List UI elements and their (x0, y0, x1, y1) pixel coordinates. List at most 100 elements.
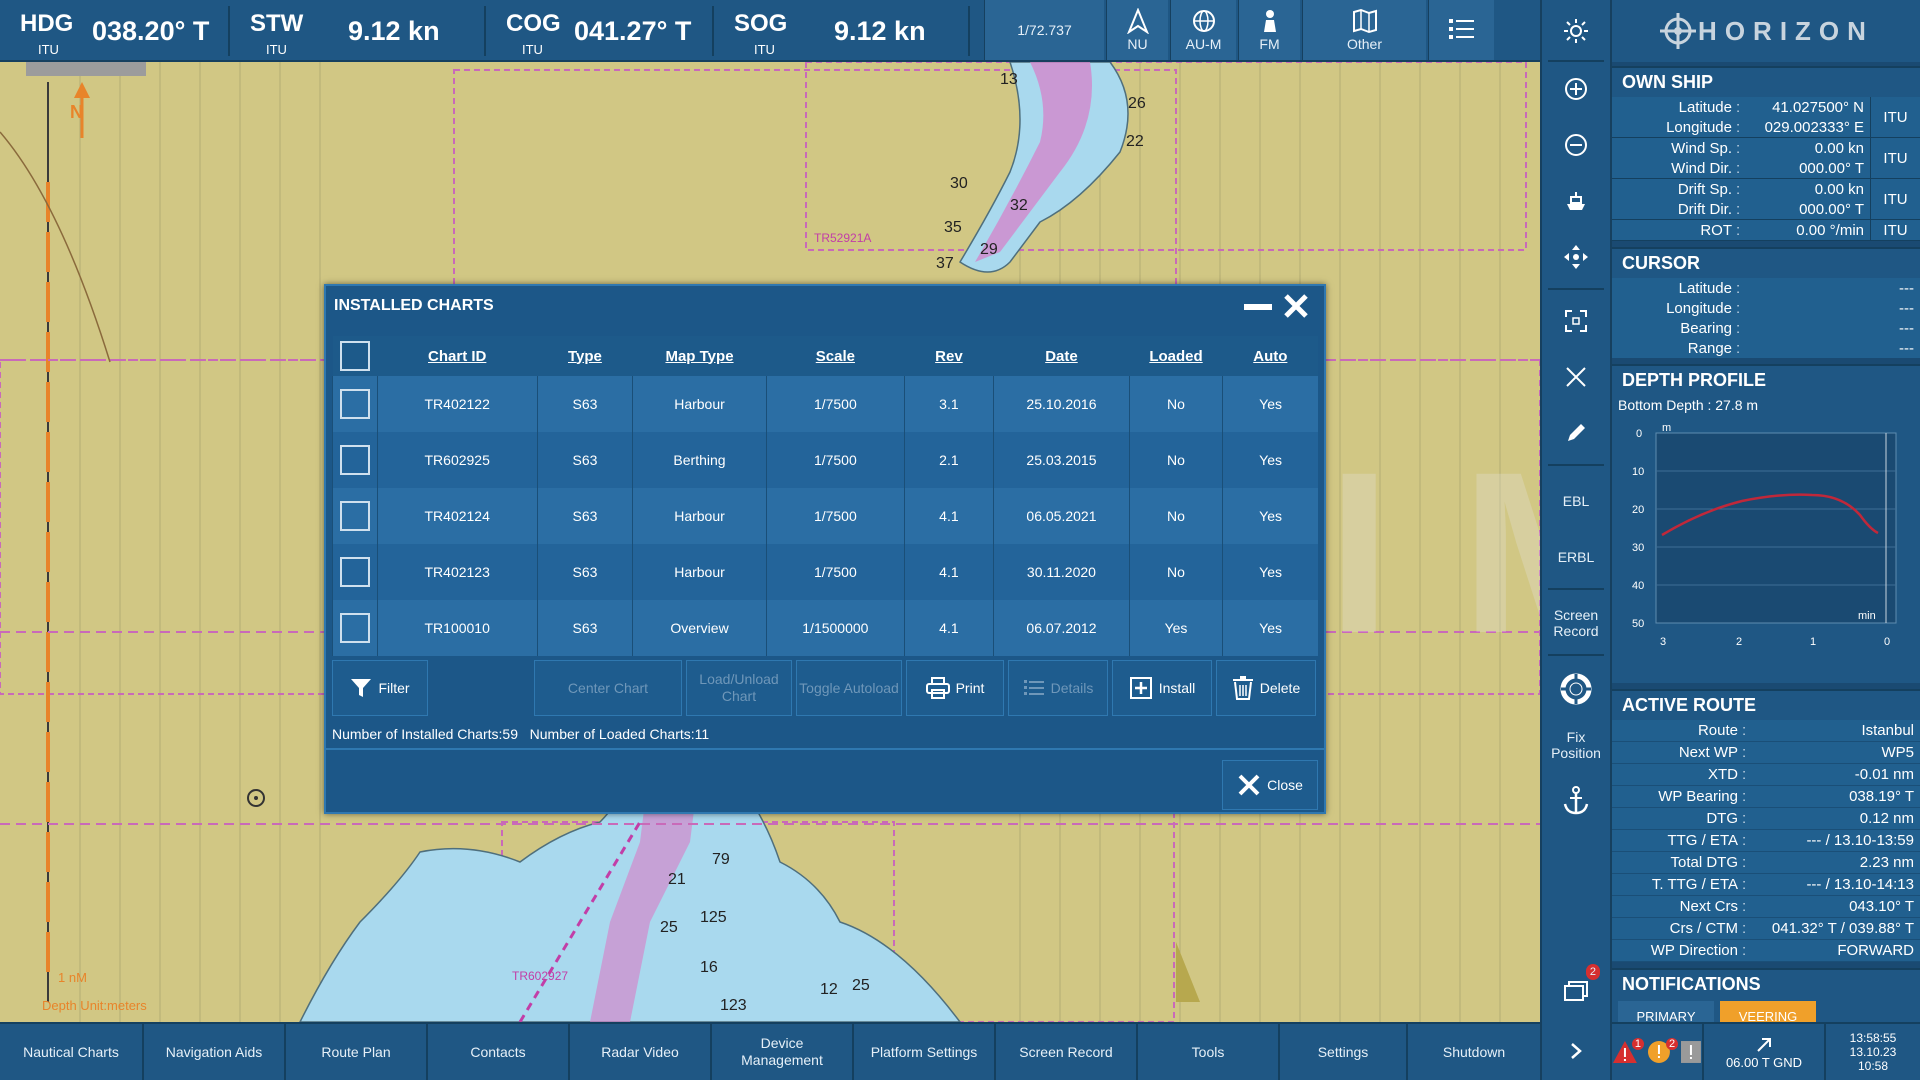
print-button[interactable]: Print (906, 660, 1004, 716)
row-checkbox[interactable] (339, 389, 370, 419)
depth-profile-chart: m 0 10 20 30 40 50 min 3 2 1 0 (1632, 422, 1897, 648)
menu-platform-settings[interactable]: Platform Settings (854, 1024, 996, 1080)
pan-button[interactable] (1542, 232, 1610, 282)
own-ship-center-button[interactable] (1542, 176, 1610, 226)
sog-label: SOG (734, 10, 788, 37)
anchor-button[interactable] (1542, 776, 1610, 826)
rot-source[interactable]: ITU (1870, 220, 1920, 240)
drift-dir-value: 000.00° T (1799, 200, 1864, 218)
hdg-field: HDG ITU 038.20° T (0, 0, 228, 60)
table-row[interactable]: TR402122 S63 Harbour 1/7500 3.1 25.10.20… (332, 376, 1318, 432)
pencil-tool-button[interactable] (1542, 408, 1610, 458)
north-up-button[interactable]: NU (1106, 0, 1168, 60)
load-unload-button[interactable]: Load/Unload Chart (686, 660, 792, 716)
row-checkbox[interactable] (339, 557, 370, 587)
fix-position-button[interactable]: Fix Position (1542, 720, 1610, 770)
table-row[interactable]: TR100010 S63 Overview 1/1500000 4.1 06.0… (332, 600, 1318, 656)
column-header[interactable]: Type (537, 336, 633, 376)
brightness-button[interactable] (1542, 6, 1610, 56)
menu-radar-video[interactable]: Radar Video (570, 1024, 712, 1080)
table-row[interactable]: TR402124 S63 Harbour 1/7500 4.1 06.05.20… (332, 488, 1318, 544)
loaded-cell: No (1128, 376, 1223, 432)
menu-route-plan[interactable]: Route Plan (286, 1024, 428, 1080)
cursor-bearing-value: --- (1899, 319, 1914, 337)
install-button[interactable]: Install (1112, 660, 1212, 716)
type-cell: S63 (536, 376, 633, 432)
notification-count-badge: 2 (1585, 964, 1600, 980)
loaded-cell: Yes (1128, 600, 1223, 656)
column-header[interactable]: Loaded (1129, 336, 1223, 376)
alarm-indicators[interactable]: 1 2 (1612, 1024, 1704, 1080)
stw-source: ITU (266, 42, 287, 57)
column-header[interactable]: Date (993, 336, 1130, 376)
own-ship-rot-group: ROT:0.00 °/min ITU (1612, 220, 1920, 241)
column-header[interactable]: Auto (1222, 336, 1318, 376)
column-header[interactable]: Rev (904, 336, 994, 376)
caution-icon (1681, 1041, 1701, 1063)
wind-source[interactable]: ITU (1870, 138, 1920, 178)
position-source[interactable]: ITU (1870, 97, 1920, 137)
svg-text:25: 25 (852, 977, 870, 994)
other-button[interactable]: Other (1302, 0, 1426, 60)
menu-nautical-charts[interactable]: Nautical Charts (0, 1024, 144, 1080)
row-checkbox[interactable] (339, 613, 370, 643)
center-chart-button[interactable]: Center Chart (534, 660, 682, 716)
total-dtg-value: 2.23 nm (1859, 854, 1914, 871)
menu-settings[interactable]: Settings (1280, 1024, 1408, 1080)
zoom-out-button[interactable] (1542, 120, 1610, 170)
list-menu-button[interactable] (1428, 0, 1494, 60)
chart-scale-button[interactable]: 1/72.737 (984, 0, 1104, 60)
delete-button[interactable]: Delete (1216, 660, 1316, 716)
scale-cell: 1/1500000 (765, 600, 905, 656)
menu-device-management[interactable]: Device Management (712, 1024, 854, 1080)
fm-button[interactable]: FM (1238, 0, 1300, 60)
plus-square-icon (1129, 677, 1152, 699)
row-checkbox[interactable] (339, 445, 370, 475)
north-arrow-icon (1126, 8, 1149, 34)
depth-profile-title: DEPTH PROFILE (1612, 364, 1920, 395)
ebl-button[interactable]: EBL (1542, 476, 1610, 526)
longitude-label: Longitude (1666, 118, 1732, 136)
table-row[interactable]: TR602925 S63 Berthing 1/7500 2.1 25.03.2… (332, 432, 1318, 488)
row-checkbox[interactable] (339, 501, 370, 531)
expand-menu-button[interactable] (1542, 1026, 1610, 1076)
select-all-checkbox[interactable] (339, 341, 370, 371)
move-arrows-icon (1564, 245, 1588, 269)
details-list-icon (1023, 680, 1044, 695)
zoom-in-icon (1565, 78, 1587, 100)
chart-scale-value: 1/72.737 (1017, 22, 1072, 38)
lifebuoy-button[interactable] (1542, 664, 1610, 714)
column-header[interactable]: Chart ID (377, 336, 538, 376)
screen-record-tool-button[interactable]: Screen Record (1542, 598, 1610, 648)
zoom-in-button[interactable] (1542, 64, 1610, 114)
measure-tool-button[interactable] (1542, 352, 1610, 402)
menu-navigation-aids[interactable]: Navigation Aids (144, 1024, 286, 1080)
cog-label: COG (506, 10, 561, 37)
dialog-close-button[interactable]: Close (1222, 760, 1318, 810)
svg-text:26: 26 (1128, 95, 1146, 112)
details-button[interactable]: Details (1008, 660, 1108, 716)
erbl-button[interactable]: ERBL (1542, 532, 1610, 582)
menu-contacts[interactable]: Contacts (428, 1024, 570, 1080)
toggle-autoload-button[interactable]: Toggle Autoload (796, 660, 902, 716)
menu-screen-record[interactable]: Screen Record (996, 1024, 1138, 1080)
sun-icon (1564, 19, 1588, 43)
auto-mode-button[interactable]: AU-M (1170, 0, 1236, 60)
menu-tools[interactable]: Tools (1138, 1024, 1280, 1080)
auto-cell: Yes (1222, 600, 1318, 656)
menu-shutdown[interactable]: Shutdown (1408, 1024, 1540, 1080)
filter-button[interactable]: Filter (332, 660, 428, 716)
bottom-menu-bar: Nautical Charts Navigation Aids Route Pl… (0, 1022, 1540, 1080)
table-row[interactable]: TR402123 S63 Harbour 1/7500 4.1 30.11.20… (332, 544, 1318, 600)
svg-text:20: 20 (1632, 504, 1644, 516)
sog-source: ITU (754, 42, 775, 57)
column-header[interactable]: Scale (766, 336, 905, 376)
close-icon[interactable] (1282, 292, 1310, 320)
dtg-value: 0.12 nm (1859, 810, 1914, 827)
fit-screen-button[interactable] (1542, 296, 1610, 346)
column-header[interactable]: Map Type (632, 336, 767, 376)
type-cell: S63 (536, 544, 633, 600)
drift-source[interactable]: ITU (1870, 179, 1920, 219)
svg-text:50: 50 (1632, 618, 1644, 630)
notification-stack-button[interactable]: 2 (1542, 964, 1610, 1014)
